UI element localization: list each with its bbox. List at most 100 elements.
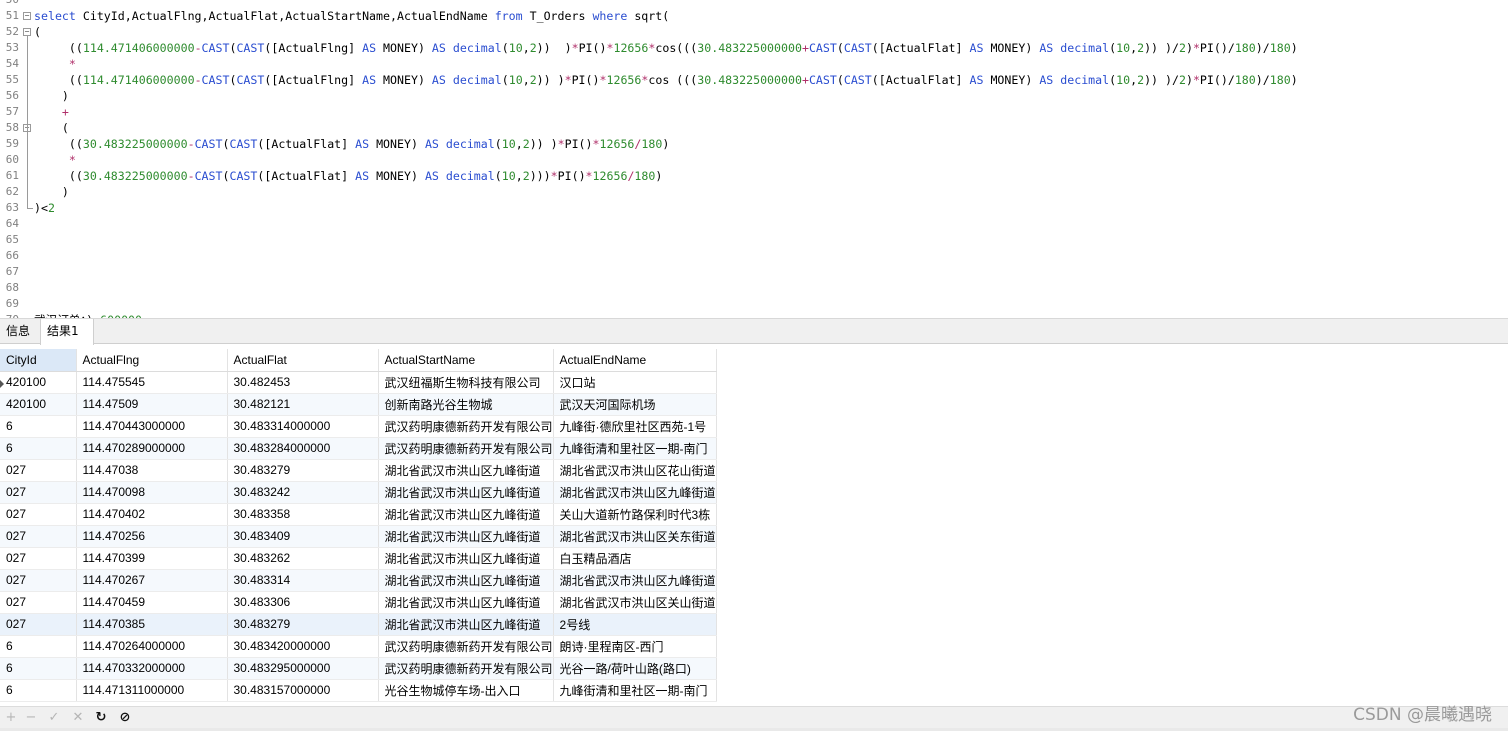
fold-toggle-icon[interactable]: − bbox=[23, 28, 31, 36]
code-line[interactable]: 66 bbox=[0, 248, 1508, 264]
table-row[interactable]: 420100 114.475545 30.482453 武汉纽福斯生物科技有限公司 汉口… bbox=[0, 371, 717, 394]
table-row[interactable]: 027 114.470385 30.483279 湖北省武汉市洪山区九峰街道 2号线 bbox=[0, 613, 717, 636]
table-cell[interactable]: 2号线 bbox=[553, 613, 717, 636]
table-cell[interactable]: 027 bbox=[0, 525, 77, 548]
table-cell[interactable]: 湖北省武汉市洪山区九峰街道 bbox=[378, 591, 554, 614]
code-line[interactable]: 69 bbox=[0, 296, 1508, 312]
table-cell[interactable]: 114.470332000000 bbox=[76, 657, 228, 680]
table-cell[interactable]: 九峰街清和里社区一期-南门 bbox=[553, 437, 717, 460]
table-row[interactable]: 6 114.470332000000 30.483295000000 武汉药明康德新药… bbox=[0, 657, 717, 680]
code-line[interactable]: 55 ((114.471406000000-CAST(CAST([ActualF… bbox=[0, 72, 1508, 88]
table-cell[interactable]: 湖北省武汉市洪山区关山街道 bbox=[553, 591, 717, 614]
table-row[interactable]: 6 114.471311000000 30.483157000000 光谷生物城停车场… bbox=[0, 679, 717, 702]
fold-toggle-icon[interactable]: − bbox=[23, 12, 31, 20]
table-cell[interactable]: 九峰街清和里社区一期-南门 bbox=[553, 679, 717, 702]
table-cell[interactable]: 30.483262 bbox=[227, 547, 379, 570]
table-cell[interactable]: 6 bbox=[0, 635, 77, 658]
table-row[interactable]: 027 114.470267 30.483314 湖北省武汉市洪山区九峰街道 湖北省武汉… bbox=[0, 569, 717, 592]
table-cell[interactable]: 湖北省武汉市洪山区九峰街道 bbox=[378, 503, 554, 526]
table-cell[interactable]: 6 bbox=[0, 657, 77, 680]
result-grid[interactable]: CityId ActualFlng ActualFlat ActualStartNam… bbox=[0, 349, 717, 702]
code-line[interactable]: 53 ((114.471406000000-CAST(CAST([ActualF… bbox=[0, 40, 1508, 56]
table-row[interactable]: 027 114.470459 30.483306 湖北省武汉市洪山区九峰街道 湖北省武汉… bbox=[0, 591, 717, 614]
table-cell[interactable]: 湖北省武汉市洪山区九峰街道 bbox=[553, 569, 717, 592]
code-line[interactable]: 60 * bbox=[0, 152, 1508, 168]
table-cell[interactable]: 武汉纽福斯生物科技有限公司 bbox=[378, 371, 554, 394]
code-line[interactable]: 65 bbox=[0, 232, 1508, 248]
table-row[interactable]: 027 114.470098 30.483242 湖北省武汉市洪山区九峰街道 湖北省武汉… bbox=[0, 481, 717, 504]
table-cell[interactable]: 湖北省武汉市洪山区九峰街道 bbox=[378, 525, 554, 548]
table-cell[interactable]: 027 bbox=[0, 569, 77, 592]
table-row[interactable]: 6 114.470264000000 30.483420000000 武汉药明康德新药… bbox=[0, 635, 717, 658]
column-header-actualstartname[interactable]: ActualStartName bbox=[378, 349, 554, 372]
stop-icon[interactable]: ⊘ bbox=[116, 709, 134, 727]
table-cell[interactable]: 420100 bbox=[0, 371, 77, 394]
table-cell[interactable]: 30.483409 bbox=[227, 525, 379, 548]
table-cell[interactable]: 湖北省武汉市洪山区九峰街道 bbox=[378, 547, 554, 570]
table-cell[interactable]: 027 bbox=[0, 591, 77, 614]
table-cell[interactable]: 30.483279 bbox=[227, 459, 379, 482]
apply-changes-icon[interactable]: ✓ bbox=[45, 709, 63, 727]
table-cell[interactable]: 湖北省武汉市洪山区九峰街道 bbox=[378, 481, 554, 504]
table-cell[interactable]: 6 bbox=[0, 437, 77, 460]
table-cell[interactable]: 114.470443000000 bbox=[76, 415, 228, 438]
refresh-icon[interactable]: ↻ bbox=[92, 709, 110, 727]
code-line[interactable]: 51 select CityId,ActualFlng,ActualFlat,Ac… bbox=[0, 8, 1508, 24]
table-cell[interactable]: 027 bbox=[0, 503, 77, 526]
table-cell[interactable]: 白玉精品酒店 bbox=[553, 547, 717, 570]
table-cell[interactable]: 114.470267 bbox=[76, 569, 228, 592]
code-line[interactable]: 58 ( bbox=[0, 120, 1508, 136]
table-cell[interactable]: 朗诗·里程南区-西门 bbox=[553, 635, 717, 658]
table-cell[interactable]: 武汉药明康德新药开发有限公司 bbox=[378, 635, 554, 658]
table-cell[interactable]: 114.470256 bbox=[76, 525, 228, 548]
table-cell[interactable]: 114.470264000000 bbox=[76, 635, 228, 658]
add-record-icon[interactable]: + bbox=[2, 709, 20, 727]
table-cell[interactable]: 30.482453 bbox=[227, 371, 379, 394]
table-cell[interactable]: 30.483314 bbox=[227, 569, 379, 592]
table-row[interactable]: 420100 114.47509 30.482121 创新南路光谷生物城 武汉天河国际机… bbox=[0, 393, 717, 416]
table-cell[interactable]: 光谷一路/荷叶山路(路口) bbox=[553, 657, 717, 680]
table-cell[interactable]: 420100 bbox=[0, 393, 77, 416]
table-cell[interactable]: 湖北省武汉市洪山区九峰街道 bbox=[378, 613, 554, 636]
code-line[interactable]: 62 ) bbox=[0, 184, 1508, 200]
code-line[interactable]: 67 bbox=[0, 264, 1508, 280]
table-cell[interactable]: 湖北省武汉市洪山区九峰街道 bbox=[378, 569, 554, 592]
table-cell[interactable]: 九峰街·德欣里社区西苑-1号 bbox=[553, 415, 717, 438]
table-cell[interactable]: 创新南路光谷生物城 bbox=[378, 393, 554, 416]
table-cell[interactable]: 027 bbox=[0, 481, 77, 504]
table-cell[interactable]: 30.483420000000 bbox=[227, 635, 379, 658]
code-line[interactable]: 54 * bbox=[0, 56, 1508, 72]
table-cell[interactable]: 湖北省武汉市洪山区关东街道 bbox=[553, 525, 717, 548]
table-cell[interactable]: 30.483242 bbox=[227, 481, 379, 504]
table-cell[interactable]: 湖北省武汉市洪山区九峰街道 bbox=[378, 459, 554, 482]
table-cell[interactable]: 光谷生物城停车场-出入口 bbox=[378, 679, 554, 702]
table-cell[interactable]: 武汉药明康德新药开发有限公司 bbox=[378, 657, 554, 680]
table-cell[interactable]: 武汉药明康德新药开发有限公司 bbox=[378, 415, 554, 438]
table-cell[interactable]: 027 bbox=[0, 459, 77, 482]
table-cell[interactable]: 湖北省武汉市洪山区九峰街道 bbox=[553, 481, 717, 504]
table-cell[interactable]: 114.47509 bbox=[76, 393, 228, 416]
table-cell[interactable]: 关山大道新竹路保利时代3栋 bbox=[553, 503, 717, 526]
code-line[interactable]: 59 ((30.483225000000-CAST(CAST([ActualFl… bbox=[0, 136, 1508, 152]
table-cell[interactable]: 30.483295000000 bbox=[227, 657, 379, 680]
table-cell[interactable]: 湖北省武汉市洪山区花山街道 bbox=[553, 459, 717, 482]
table-cell[interactable]: 30.483279 bbox=[227, 613, 379, 636]
table-row[interactable]: 6 114.470289000000 30.483284000000 武汉药明康德新药… bbox=[0, 437, 717, 460]
delete-record-icon[interactable]: − bbox=[22, 709, 40, 727]
column-header-actualflat[interactable]: ActualFlat bbox=[227, 349, 379, 372]
code-line[interactable]: 52 ( bbox=[0, 24, 1508, 40]
sql-editor[interactable]: 5051 select CityId,ActualFlng,ActualFlat,… bbox=[0, 0, 1508, 318]
table-cell[interactable]: 武汉天河国际机场 bbox=[553, 393, 717, 416]
table-cell[interactable]: 114.475545 bbox=[76, 371, 228, 394]
tab-info[interactable]: 信息 bbox=[0, 319, 40, 344]
code-line[interactable]: 63)<2 bbox=[0, 200, 1508, 216]
table-cell[interactable]: 114.470098 bbox=[76, 481, 228, 504]
column-header-cityid[interactable]: CityId bbox=[0, 349, 77, 372]
code-line[interactable]: 68 bbox=[0, 280, 1508, 296]
table-row[interactable]: 027 114.470399 30.483262 湖北省武汉市洪山区九峰街道 白玉精品酒… bbox=[0, 547, 717, 570]
table-cell[interactable]: 6 bbox=[0, 415, 77, 438]
code-line[interactable]: 56 ) bbox=[0, 88, 1508, 104]
table-cell[interactable]: 114.470459 bbox=[76, 591, 228, 614]
table-cell[interactable]: 027 bbox=[0, 547, 77, 570]
table-cell[interactable]: 30.483314000000 bbox=[227, 415, 379, 438]
